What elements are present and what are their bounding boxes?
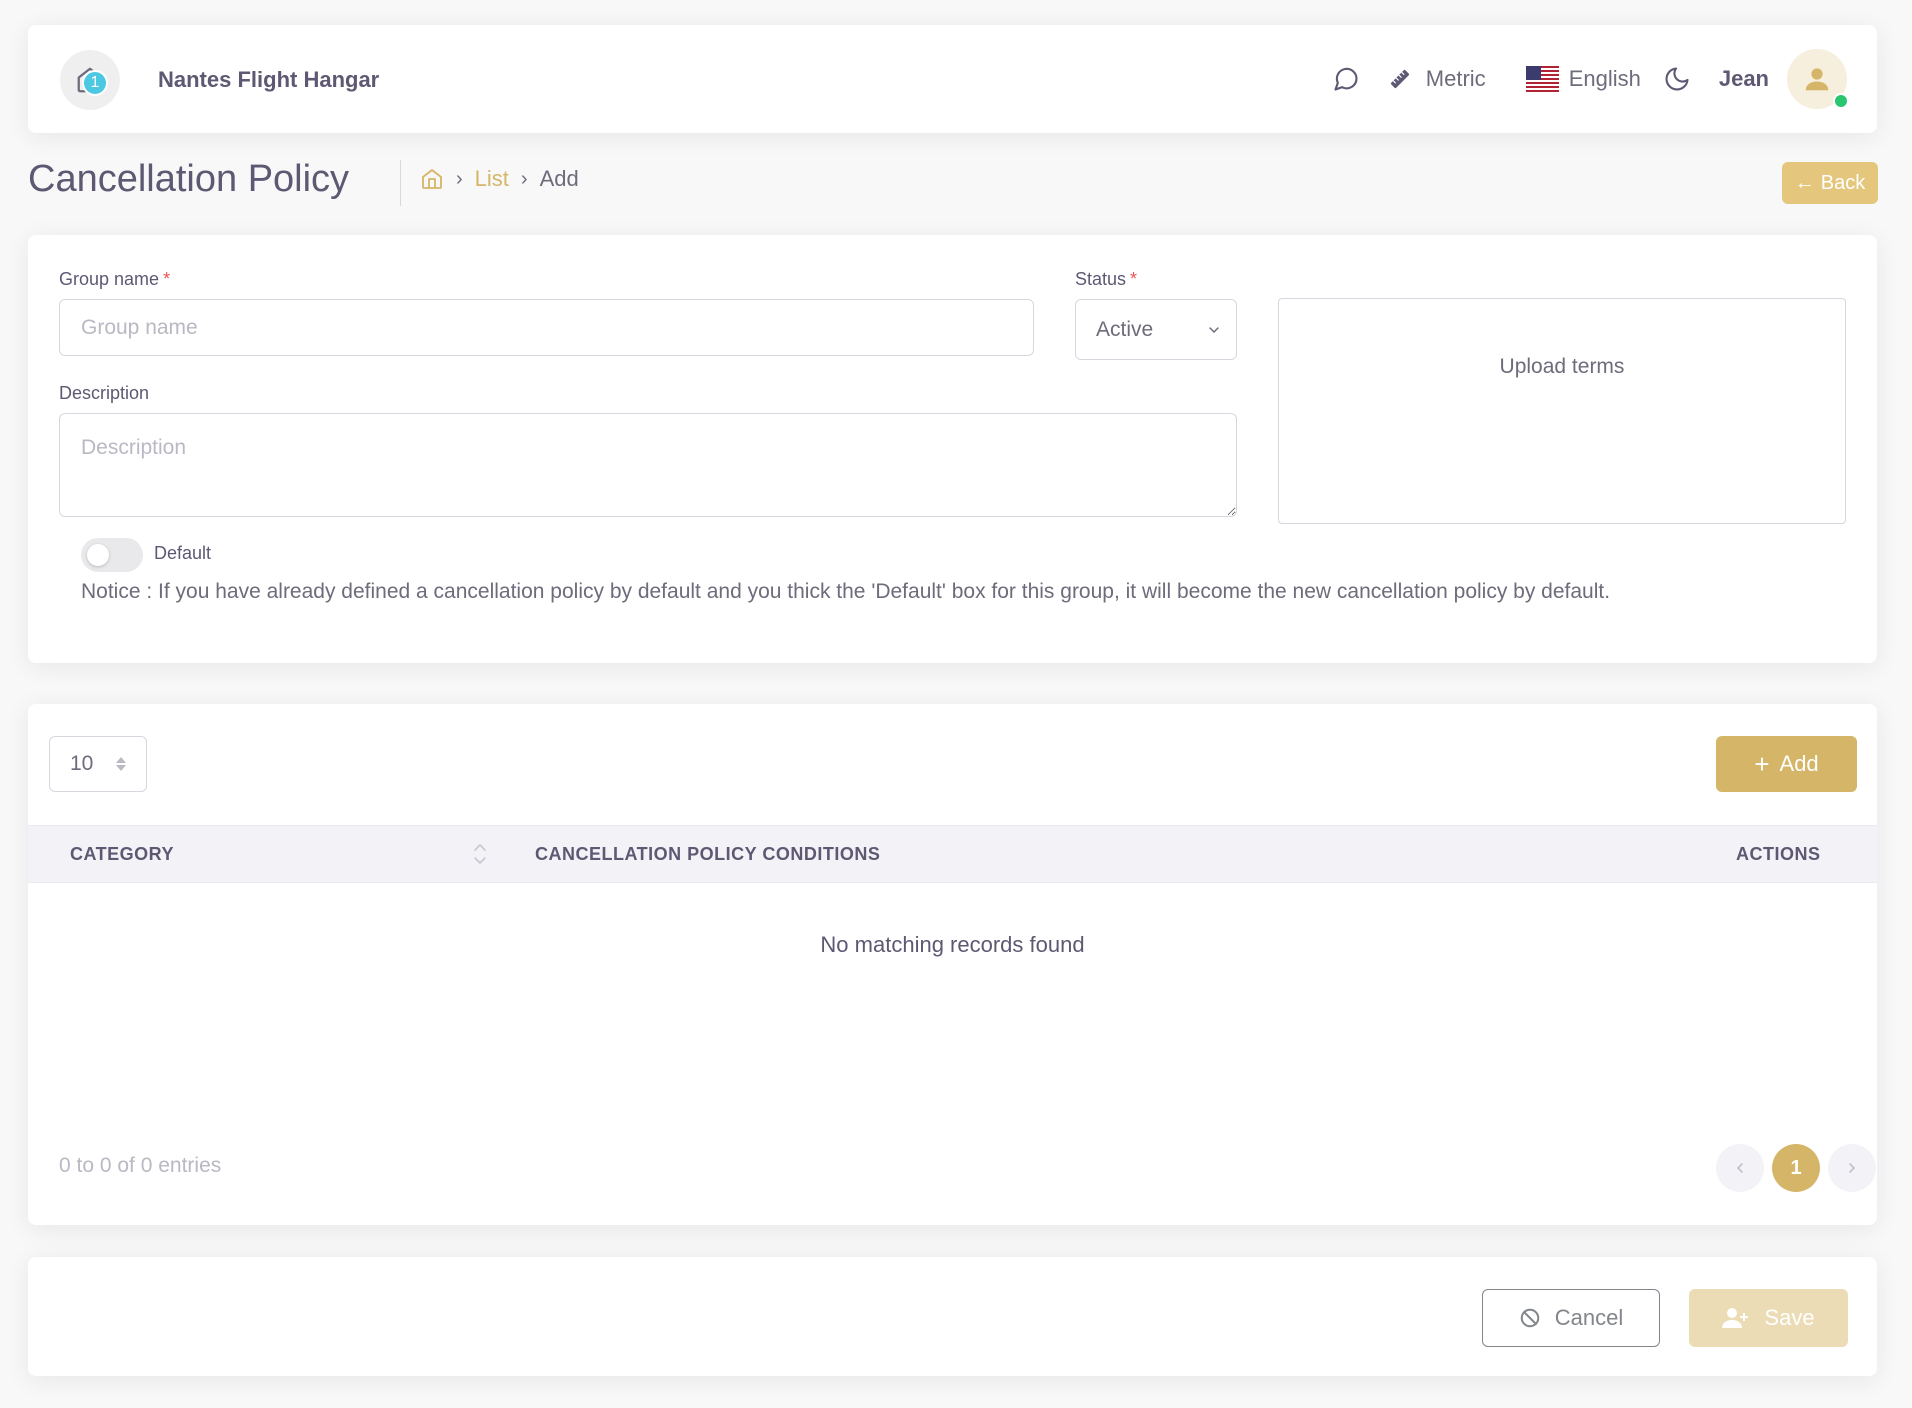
sort-arrows-icon [116,757,126,771]
empty-table-message: No matching records found [820,932,1085,957]
page-length-select[interactable]: 10 [49,736,147,792]
units-toggle[interactable]: Metric [1426,66,1486,92]
add-condition-button[interactable]: + Add [1716,736,1857,792]
status-select-value: Active [1096,317,1154,341]
ban-icon [1520,1308,1540,1328]
chevron-right-icon [1849,1163,1855,1173]
navbar: 1 Nantes Flight Hangar Metric English Je… [28,25,1877,133]
default-label: Default [154,543,212,563]
breadcrumb-home-icon[interactable] [420,167,444,191]
breadcrumb: › List › Add [420,166,579,192]
entries-info: 0 to 0 of 0 entries [59,1154,222,1177]
chevron-right-icon: › [520,167,528,190]
cancel-button[interactable]: Cancel [1482,1289,1660,1347]
page-title: Cancellation Policy [28,158,350,200]
notification-badge: 1 [82,70,108,96]
chevron-left-icon [1737,1163,1743,1173]
column-header-conditions: CANCELLATION POLICY CONDITIONS [535,844,881,864]
breadcrumb-list[interactable]: List [475,166,509,192]
user-plus-icon [1722,1308,1749,1328]
user-avatar[interactable] [1787,49,1849,109]
chevron-down-icon [1209,326,1219,333]
policy-conditions-table-card: 10 + Add CATEGORY CANCELLATION POLICY CO… [28,704,1877,1225]
status-label: Status * [1075,269,1138,289]
table-header: CATEGORY CANCELLATION POLICY CONDITIONS … [28,825,1877,883]
chat-icon[interactable] [1332,65,1360,93]
page-button-1[interactable]: 1 [1772,1144,1820,1192]
us-flag-icon [1525,66,1559,92]
save-button[interactable]: Save [1689,1289,1848,1347]
upload-terms-label: Upload terms [1499,355,1625,378]
user-icon [1805,68,1829,91]
add-button-label: Add [1779,751,1819,776]
arrow-left-icon: ← [1794,171,1815,194]
next-page-button[interactable] [1828,1144,1876,1192]
toggle-knob [87,544,109,566]
back-button[interactable]: ← Back [1782,162,1878,204]
online-status-dot [1833,93,1849,109]
status-select[interactable]: Active [1075,299,1237,360]
title-divider [400,160,401,206]
column-header-category[interactable]: CATEGORY [70,844,174,865]
default-notice: Notice : If you have already defined a c… [81,580,1611,603]
page-length-value: 10 [70,752,94,775]
moon-icon[interactable] [1663,65,1691,93]
column-header-actions: ACTIONS [1736,844,1821,864]
brand-name: Nantes Flight Hangar [158,67,380,92]
plus-icon: + [1754,749,1770,779]
save-button-label: Save [1764,1305,1815,1330]
group-name-input[interactable] [59,299,1034,356]
sort-icon[interactable] [472,840,488,873]
pagination: 1 [1716,1144,1876,1192]
group-name-label: Group name * [59,269,171,289]
user-name[interactable]: Jean [1719,66,1769,92]
cancel-button-label: Cancel [1554,1305,1624,1330]
breadcrumb-current: Add [539,166,579,191]
description-label: Description [59,383,150,403]
upload-terms-dropzone[interactable]: Upload terms [1278,298,1846,524]
back-button-label: Back [1820,171,1866,194]
default-toggle[interactable] [81,538,143,572]
language-selector[interactable]: English [1569,66,1641,92]
form-actions-card: Cancel Save [28,1257,1877,1376]
description-textarea[interactable] [59,413,1237,517]
ruler-icon[interactable] [1388,67,1412,91]
navbar-right: Metric English Jean [1332,49,1849,109]
policy-form-card: Group name* Status* Active Upload terms … [28,235,1877,663]
previous-page-button[interactable] [1716,1144,1764,1192]
chevron-right-icon: › [456,167,463,190]
